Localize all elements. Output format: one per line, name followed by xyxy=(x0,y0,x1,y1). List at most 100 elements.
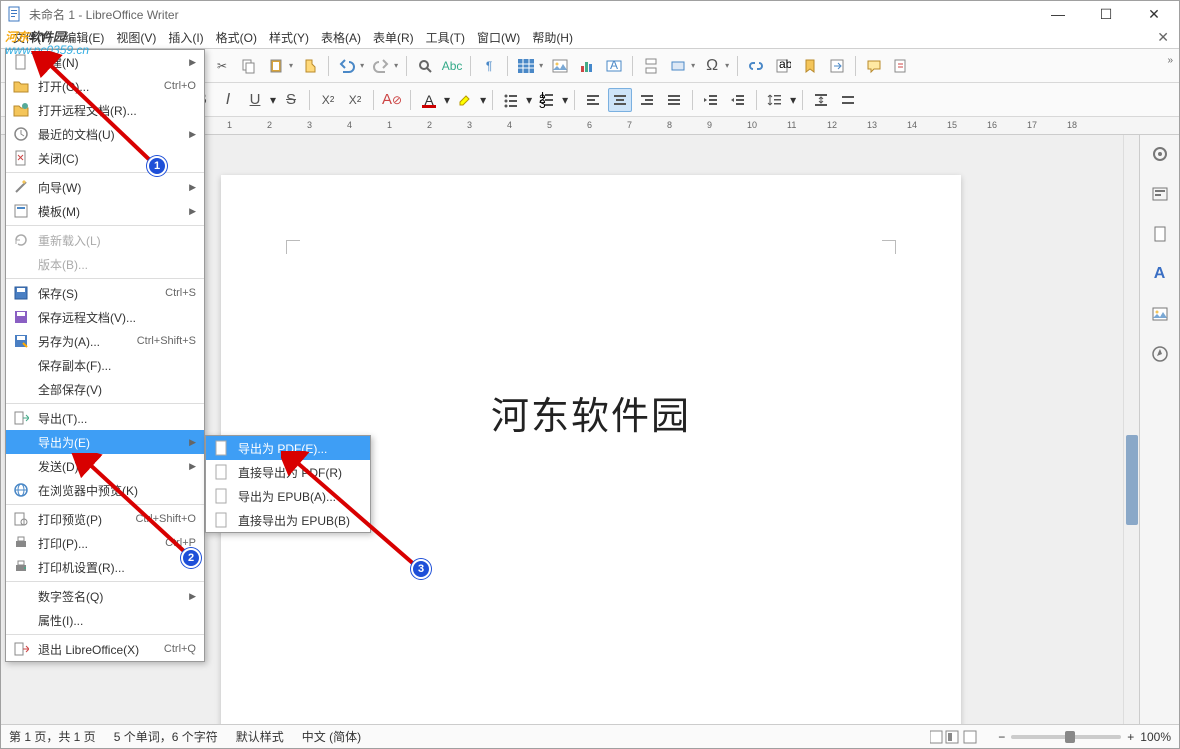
para-spacing-inc-icon[interactable] xyxy=(809,88,833,112)
chart-icon[interactable] xyxy=(575,54,599,78)
vertical-scrollbar[interactable] xyxy=(1123,135,1139,724)
align-center-icon[interactable] xyxy=(608,88,632,112)
sidebar-gallery-icon[interactable] xyxy=(1147,301,1173,327)
scrollbar-thumb[interactable] xyxy=(1126,435,1138,525)
page-break-icon[interactable] xyxy=(639,54,663,78)
paste-icon[interactable] xyxy=(264,54,288,78)
menu-item[interactable]: 保存远程文档(V)... xyxy=(6,305,204,329)
zoom-control[interactable]: − + 100% xyxy=(998,730,1171,744)
menu-file[interactable]: 文件(F) xyxy=(7,27,58,48)
font-color-icon[interactable]: A xyxy=(417,88,441,112)
menu-window[interactable]: 窗口(W) xyxy=(471,27,526,48)
spellcheck-icon[interactable]: Abc xyxy=(440,54,464,78)
submenu-item[interactable]: 直接导出为 PDF(R) xyxy=(206,460,370,484)
maximize-button[interactable]: ☐ xyxy=(1091,6,1121,23)
menu-form[interactable]: 表单(R) xyxy=(367,27,420,48)
menu-item[interactable]: 发送(D)▶ xyxy=(6,454,204,478)
underline-icon[interactable]: U xyxy=(243,88,267,112)
bookmark-icon[interactable] xyxy=(798,54,822,78)
sidebar-navigator-icon[interactable] xyxy=(1147,341,1173,367)
find-icon[interactable] xyxy=(413,54,437,78)
zoom-value[interactable]: 100% xyxy=(1140,730,1171,744)
image-icon[interactable] xyxy=(548,54,572,78)
special-char-icon[interactable]: Ω xyxy=(700,54,724,78)
sidebar-styles-icon[interactable]: A xyxy=(1147,261,1173,287)
menu-item[interactable]: 全部保存(V) xyxy=(6,377,204,401)
menu-styles[interactable]: 样式(Y) xyxy=(263,27,315,48)
sidebar-settings-icon[interactable] xyxy=(1147,141,1173,167)
subscript-icon[interactable]: X2 xyxy=(343,88,367,112)
bullet-list-icon[interactable] xyxy=(499,88,523,112)
status-words[interactable]: 5 个单词，6 个字符 xyxy=(114,728,218,745)
menu-format[interactable]: 格式(O) xyxy=(210,27,263,48)
indent-inc-icon[interactable] xyxy=(699,88,723,112)
menu-view[interactable]: 视图(V) xyxy=(110,27,162,48)
status-view-icons[interactable] xyxy=(930,730,980,744)
sidebar-page-icon[interactable] xyxy=(1147,221,1173,247)
clone-format-icon[interactable] xyxy=(298,54,322,78)
sidebar-properties-icon[interactable] xyxy=(1147,181,1173,207)
toolbar-expand-icon[interactable]: » xyxy=(1167,55,1173,66)
menu-item[interactable]: 模板(M)▶ xyxy=(6,199,204,223)
menu-item[interactable]: 导出(T)... xyxy=(6,406,204,430)
menu-item[interactable]: 属性(I)... xyxy=(6,608,204,632)
menu-item[interactable]: 打开(O)...Ctrl+O xyxy=(6,74,204,98)
document-text[interactable]: 河东软件园 xyxy=(221,385,961,440)
align-left-icon[interactable] xyxy=(581,88,605,112)
cross-ref-icon[interactable] xyxy=(825,54,849,78)
zoom-slider[interactable] xyxy=(1011,735,1121,739)
status-lang[interactable]: 中文 (简体) xyxy=(302,728,361,745)
status-style[interactable]: 默认样式 xyxy=(236,728,284,745)
menu-help[interactable]: 帮助(H) xyxy=(526,27,579,48)
menu-item[interactable]: 退出 LibreOffice(X)Ctrl+Q xyxy=(6,637,204,661)
highlight-icon[interactable] xyxy=(453,88,477,112)
menu-table[interactable]: 表格(A) xyxy=(315,27,367,48)
menu-item[interactable]: 打开远程文档(R)... xyxy=(6,98,204,122)
menu-item[interactable]: 数字签名(Q)▶ xyxy=(6,584,204,608)
redo-icon[interactable] xyxy=(369,54,393,78)
formatting-marks-icon[interactable]: ¶ xyxy=(477,54,501,78)
menu-item[interactable]: 打印(P)...Ctrl+P xyxy=(6,531,204,555)
menu-item[interactable]: 关闭(C) xyxy=(6,146,204,170)
menu-tools[interactable]: 工具(T) xyxy=(420,27,471,48)
menu-item[interactable]: 打印机设置(R)... xyxy=(6,555,204,579)
clear-format-icon[interactable]: A⊘ xyxy=(380,88,404,112)
comment-icon[interactable] xyxy=(862,54,886,78)
submenu-item[interactable]: 导出为 PDF(E)... xyxy=(206,436,370,460)
close-button[interactable]: ✕ xyxy=(1139,6,1169,23)
menu-item[interactable]: 保存(S)Ctrl+S xyxy=(6,281,204,305)
para-spacing-dec-icon[interactable] xyxy=(836,88,860,112)
hyperlink-icon[interactable] xyxy=(744,54,768,78)
menu-item[interactable]: 打印预览(P)Ctrl+Shift+O xyxy=(6,507,204,531)
track-changes-icon[interactable] xyxy=(889,54,913,78)
menu-item[interactable]: 向导(W)▶ xyxy=(6,175,204,199)
menu-insert[interactable]: 插入(I) xyxy=(162,27,209,48)
footnote-icon[interactable]: ab xyxy=(771,54,795,78)
status-page[interactable]: 第 1 页，共 1 页 xyxy=(9,728,96,745)
submenu-item[interactable]: 直接导出为 EPUB(B) xyxy=(206,508,370,532)
align-right-icon[interactable] xyxy=(635,88,659,112)
submenu-item[interactable]: 导出为 EPUB(A)... xyxy=(206,484,370,508)
close-document-icon[interactable]: ✕ xyxy=(1157,29,1169,46)
cut-icon[interactable]: ✂ xyxy=(210,54,234,78)
menu-item[interactable]: 保存副本(F)... xyxy=(6,353,204,377)
menu-item[interactable]: 另存为(A)...Ctrl+Shift+S xyxy=(6,329,204,353)
undo-icon[interactable] xyxy=(335,54,359,78)
copy-icon[interactable] xyxy=(237,54,261,78)
menu-item[interactable]: 导出为(E)▶ xyxy=(6,430,204,454)
field-icon[interactable] xyxy=(666,54,690,78)
zoom-in-icon[interactable]: + xyxy=(1127,730,1134,744)
table-icon[interactable] xyxy=(514,54,538,78)
number-list-icon[interactable]: 123 xyxy=(535,88,559,112)
textbox-icon[interactable]: A xyxy=(602,54,626,78)
zoom-out-icon[interactable]: − xyxy=(998,730,1005,744)
italic-icon[interactable]: I xyxy=(216,88,240,112)
superscript-icon[interactable]: X2 xyxy=(316,88,340,112)
minimize-button[interactable]: — xyxy=(1043,6,1073,23)
menu-item[interactable]: 新建(N)▶ xyxy=(6,50,204,74)
line-spacing-icon[interactable] xyxy=(763,88,787,112)
menu-item[interactable]: 在浏览器中预览(K) xyxy=(6,478,204,502)
menu-edit[interactable]: 编辑(E) xyxy=(58,27,110,48)
menu-item[interactable]: 最近的文档(U)▶ xyxy=(6,122,204,146)
indent-dec-icon[interactable] xyxy=(726,88,750,112)
